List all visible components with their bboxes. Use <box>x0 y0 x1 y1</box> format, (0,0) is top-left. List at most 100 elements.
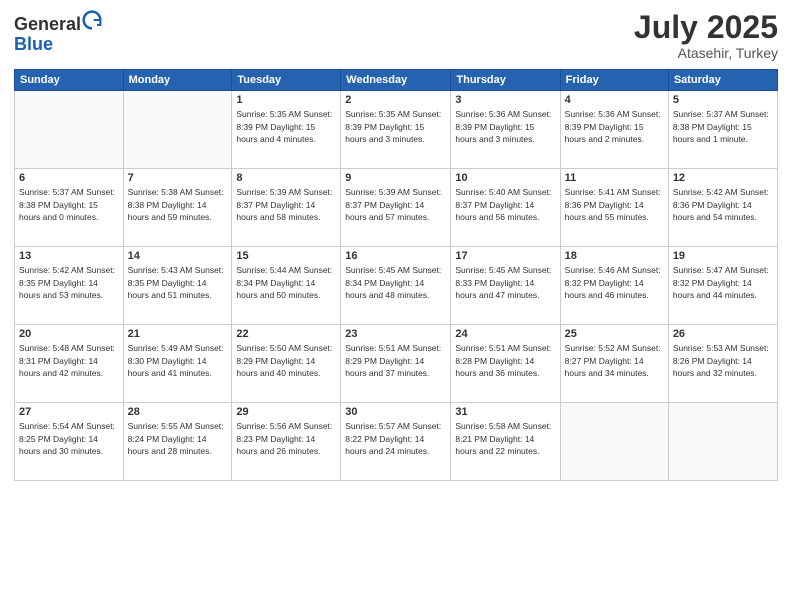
calendar-table: Sunday Monday Tuesday Wednesday Thursday… <box>14 69 778 481</box>
cell-w3-d4: 24 Sunrise: 5:51 AM Sunset: 8:28 PM Dayli… <box>451 325 560 403</box>
day-info: Sunrise: 5:44 AM Sunset: 8:34 PM Dayligh… <box>236 264 336 301</box>
day-info: Sunrise: 5:55 AM Sunset: 8:24 PM Dayligh… <box>128 420 228 457</box>
day-number: 1 <box>236 94 336 106</box>
cell-w1-d2: 8 Sunrise: 5:39 AM Sunset: 8:37 PM Daylig… <box>232 169 341 247</box>
day-info: Sunrise: 5:37 AM Sunset: 8:38 PM Dayligh… <box>673 108 773 145</box>
header-friday: Friday <box>560 70 668 91</box>
page: General Blue July 2025 Ataseh <box>0 0 792 612</box>
cell-w1-d0: 6 Sunrise: 5:37 AM Sunset: 8:38 PM Daylig… <box>15 169 124 247</box>
day-info: Sunrise: 5:50 AM Sunset: 8:29 PM Dayligh… <box>236 342 336 379</box>
cell-w3-d2: 22 Sunrise: 5:50 AM Sunset: 8:29 PM Dayli… <box>232 325 341 403</box>
cell-w1-d6: 12 Sunrise: 5:42 AM Sunset: 8:36 PM Dayli… <box>668 169 777 247</box>
day-info: Sunrise: 5:47 AM Sunset: 8:32 PM Dayligh… <box>673 264 773 301</box>
week-row-3: 13 Sunrise: 5:42 AM Sunset: 8:35 PM Dayli… <box>15 247 778 325</box>
cell-w4-d2: 29Sunrise: 5:56 AM Sunset: 8:23 PM Dayli… <box>232 403 341 481</box>
day-number: 27 <box>19 406 119 418</box>
cell-w0-d4: 3 Sunrise: 5:36 AM Sunset: 8:39 PM Daylig… <box>451 91 560 169</box>
day-number: 13 <box>19 250 119 262</box>
day-info: Sunrise: 5:39 AM Sunset: 8:37 PM Dayligh… <box>236 186 336 223</box>
cell-w0-d0 <box>15 91 124 169</box>
week-row-2: 6 Sunrise: 5:37 AM Sunset: 8:38 PM Daylig… <box>15 169 778 247</box>
cell-w4-d6 <box>668 403 777 481</box>
day-info: Sunrise: 5:46 AM Sunset: 8:32 PM Dayligh… <box>565 264 664 301</box>
cell-w2-d5: 18 Sunrise: 5:46 AM Sunset: 8:32 PM Dayli… <box>560 247 668 325</box>
day-number: 26 <box>673 328 773 340</box>
cell-w0-d6: 5 Sunrise: 5:37 AM Sunset: 8:38 PM Daylig… <box>668 91 777 169</box>
day-number: 20 <box>19 328 119 340</box>
location: Atasehir, Turkey <box>634 45 778 61</box>
cell-w1-d5: 11 Sunrise: 5:41 AM Sunset: 8:36 PM Dayli… <box>560 169 668 247</box>
day-number: 19 <box>673 250 773 262</box>
day-info: Sunrise: 5:56 AM Sunset: 8:23 PM Dayligh… <box>236 420 336 457</box>
day-number: 23 <box>345 328 446 340</box>
day-number: 3 <box>455 94 555 106</box>
cell-w4-d0: 27 Sunrise: 5:54 AM Sunset: 8:25 PM Dayli… <box>15 403 124 481</box>
day-info: Sunrise: 5:48 AM Sunset: 8:31 PM Dayligh… <box>19 342 119 379</box>
day-number: 4 <box>565 94 664 106</box>
day-number: 8 <box>236 172 336 184</box>
cell-w1-d4: 10Sunrise: 5:40 AM Sunset: 8:37 PM Dayli… <box>451 169 560 247</box>
day-number: 7 <box>128 172 228 184</box>
day-info: Sunrise: 5:58 AM Sunset: 8:21 PM Dayligh… <box>455 420 555 457</box>
day-number: 5 <box>673 94 773 106</box>
cell-w1-d1: 7Sunrise: 5:38 AM Sunset: 8:38 PM Daylig… <box>123 169 232 247</box>
day-info: Sunrise: 5:42 AM Sunset: 8:36 PM Dayligh… <box>673 186 773 223</box>
logo-blue: Blue <box>14 34 53 54</box>
cell-w3-d1: 21 Sunrise: 5:49 AM Sunset: 8:30 PM Dayli… <box>123 325 232 403</box>
day-info: Sunrise: 5:49 AM Sunset: 8:30 PM Dayligh… <box>128 342 228 379</box>
day-info: Sunrise: 5:54 AM Sunset: 8:25 PM Dayligh… <box>19 420 119 457</box>
week-row-1: 1 Sunrise: 5:35 AM Sunset: 8:39 PM Daylig… <box>15 91 778 169</box>
day-number: 18 <box>565 250 664 262</box>
cell-w2-d6: 19 Sunrise: 5:47 AM Sunset: 8:32 PM Dayli… <box>668 247 777 325</box>
week-row-5: 27 Sunrise: 5:54 AM Sunset: 8:25 PM Dayli… <box>15 403 778 481</box>
cell-w3-d5: 25Sunrise: 5:52 AM Sunset: 8:27 PM Dayli… <box>560 325 668 403</box>
cell-w2-d0: 13 Sunrise: 5:42 AM Sunset: 8:35 PM Dayli… <box>15 247 124 325</box>
cell-w3-d3: 23 Sunrise: 5:51 AM Sunset: 8:29 PM Dayli… <box>341 325 451 403</box>
header: General Blue July 2025 Ataseh <box>14 10 778 61</box>
title-block: July 2025 Atasehir, Turkey <box>634 10 778 61</box>
day-info: Sunrise: 5:37 AM Sunset: 8:38 PM Dayligh… <box>19 186 119 223</box>
logo-general: General <box>14 14 81 34</box>
cell-w0-d3: 2Sunrise: 5:35 AM Sunset: 8:39 PM Daylig… <box>341 91 451 169</box>
day-number: 12 <box>673 172 773 184</box>
cell-w2-d3: 16Sunrise: 5:45 AM Sunset: 8:34 PM Dayli… <box>341 247 451 325</box>
cell-w4-d3: 30 Sunrise: 5:57 AM Sunset: 8:22 PM Dayli… <box>341 403 451 481</box>
header-sunday: Sunday <box>15 70 124 91</box>
cell-w4-d4: 31 Sunrise: 5:58 AM Sunset: 8:21 PM Dayli… <box>451 403 560 481</box>
day-number: 10 <box>455 172 555 184</box>
day-info: Sunrise: 5:45 AM Sunset: 8:34 PM Dayligh… <box>345 264 446 301</box>
day-number: 30 <box>345 406 446 418</box>
header-tuesday: Tuesday <box>232 70 341 91</box>
day-info: Sunrise: 5:43 AM Sunset: 8:35 PM Dayligh… <box>128 264 228 301</box>
day-number: 31 <box>455 406 555 418</box>
week-row-4: 20 Sunrise: 5:48 AM Sunset: 8:31 PM Dayli… <box>15 325 778 403</box>
cell-w2-d1: 14Sunrise: 5:43 AM Sunset: 8:35 PM Dayli… <box>123 247 232 325</box>
day-number: 25 <box>565 328 664 340</box>
day-info: Sunrise: 5:51 AM Sunset: 8:29 PM Dayligh… <box>345 342 446 379</box>
day-info: Sunrise: 5:35 AM Sunset: 8:39 PM Dayligh… <box>236 108 336 145</box>
day-number: 21 <box>128 328 228 340</box>
cell-w0-d2: 1 Sunrise: 5:35 AM Sunset: 8:39 PM Daylig… <box>232 91 341 169</box>
cell-w4-d5 <box>560 403 668 481</box>
cell-w3-d6: 26Sunrise: 5:53 AM Sunset: 8:26 PM Dayli… <box>668 325 777 403</box>
day-info: Sunrise: 5:42 AM Sunset: 8:35 PM Dayligh… <box>19 264 119 301</box>
day-info: Sunrise: 5:36 AM Sunset: 8:39 PM Dayligh… <box>455 108 555 145</box>
cell-w3-d0: 20 Sunrise: 5:48 AM Sunset: 8:31 PM Dayli… <box>15 325 124 403</box>
day-number: 22 <box>236 328 336 340</box>
day-number: 11 <box>565 172 664 184</box>
header-monday: Monday <box>123 70 232 91</box>
header-saturday: Saturday <box>668 70 777 91</box>
day-info: Sunrise: 5:39 AM Sunset: 8:37 PM Dayligh… <box>345 186 446 223</box>
cell-w4-d1: 28 Sunrise: 5:55 AM Sunset: 8:24 PM Dayli… <box>123 403 232 481</box>
day-info: Sunrise: 5:57 AM Sunset: 8:22 PM Dayligh… <box>345 420 446 457</box>
cell-w0-d5: 4Sunrise: 5:36 AM Sunset: 8:39 PM Daylig… <box>560 91 668 169</box>
day-number: 24 <box>455 328 555 340</box>
day-number: 15 <box>236 250 336 262</box>
day-info: Sunrise: 5:51 AM Sunset: 8:28 PM Dayligh… <box>455 342 555 379</box>
cell-w2-d2: 15 Sunrise: 5:44 AM Sunset: 8:34 PM Dayli… <box>232 247 341 325</box>
day-number: 28 <box>128 406 228 418</box>
day-info: Sunrise: 5:45 AM Sunset: 8:33 PM Dayligh… <box>455 264 555 301</box>
day-info: Sunrise: 5:41 AM Sunset: 8:36 PM Dayligh… <box>565 186 664 223</box>
day-number: 9 <box>345 172 446 184</box>
day-number: 6 <box>19 172 119 184</box>
